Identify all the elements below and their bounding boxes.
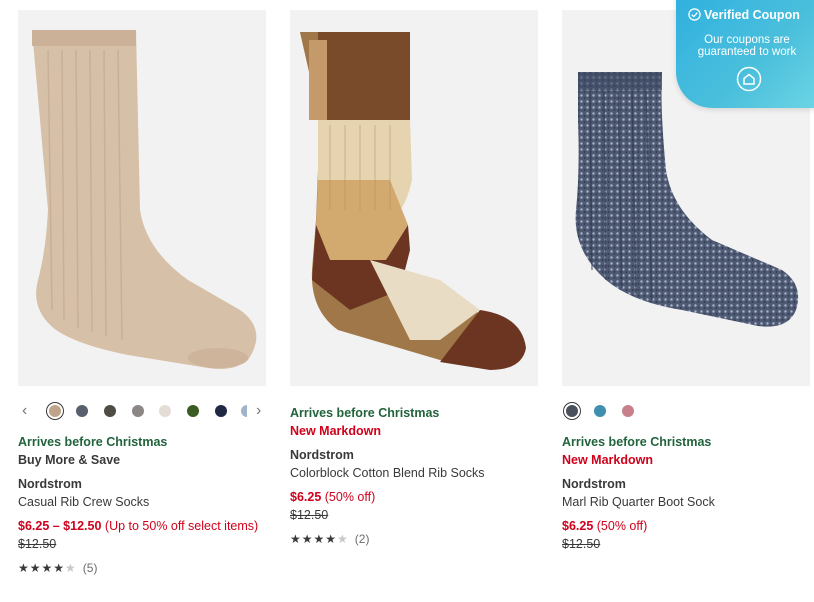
home-icon[interactable]: [736, 66, 762, 92]
original-price: $12.50: [562, 537, 601, 551]
brand-name: Nordstrom: [562, 477, 626, 491]
star-rating-icon: ★★★★★: [18, 561, 77, 575]
sale-price: $6.25: [562, 519, 594, 533]
rating[interactable]: ★★★★★ (5): [18, 559, 266, 577]
rating[interactable]: ★★★★★ (2): [290, 530, 538, 548]
promo-label: New Markdown: [290, 424, 381, 438]
discount-label: (Up to 50% off select items): [104, 519, 259, 533]
color-swatches: ‹ ›: [18, 402, 266, 424]
original-price: $12.50: [290, 508, 329, 522]
product-image[interactable]: [18, 10, 266, 386]
product-card-casual-rib-crew[interactable]: ‹ › Arrives before Christmas Buy More & …: [18, 10, 266, 577]
swatch-teal[interactable]: [594, 405, 606, 417]
product-card-colorblock[interactable]: Arrives before Christmas New Markdown No…: [290, 10, 538, 548]
discount-label: (50% off): [324, 490, 376, 504]
swatch-beige[interactable]: [49, 405, 61, 417]
delivery-label: Arrives before Christmas: [290, 406, 440, 420]
brand-name: Nordstrom: [290, 448, 354, 462]
coupon-subtitle: Our coupons are guaranteed to work: [697, 34, 797, 58]
promo-label: New Markdown: [562, 453, 653, 467]
review-count: (2): [354, 532, 370, 546]
review-count: (5): [82, 561, 98, 575]
sale-price: $6.25 – $12.50: [18, 519, 102, 533]
product-name[interactable]: Colorblock Cotton Blend Rib Socks: [290, 464, 538, 482]
delivery-label: Arrives before Christmas: [562, 435, 712, 449]
swatch-next-arrow[interactable]: ›: [256, 402, 261, 420]
swatch-light-blue[interactable]: [241, 405, 247, 417]
sale-price: $6.25: [290, 490, 322, 504]
swatch-olive[interactable]: [187, 405, 199, 417]
swatch-grey[interactable]: [132, 405, 144, 417]
swatch-navy-marl[interactable]: [566, 405, 578, 417]
promo-label: Buy More & Save: [18, 453, 121, 467]
product-name[interactable]: Casual Rib Crew Socks: [18, 493, 266, 511]
swatch-rose[interactable]: [622, 405, 634, 417]
product-name[interactable]: Marl Rib Quarter Boot Sock: [562, 493, 810, 511]
swatch-ivory[interactable]: [159, 405, 171, 417]
verified-coupon-badge[interactable]: Verified Coupon Our coupons are guarante…: [676, 0, 814, 108]
colorblock-sock-illustration: [300, 32, 526, 370]
discount-label: (50% off): [596, 519, 648, 533]
swatch-slate[interactable]: [76, 405, 88, 417]
coupon-title: Verified Coupon: [688, 8, 800, 22]
delivery-label: Arrives before Christmas: [18, 435, 168, 449]
product-image[interactable]: [290, 10, 538, 386]
star-rating-icon: ★★★★★: [290, 532, 349, 546]
swatch-charcoal[interactable]: [104, 405, 116, 417]
beige-sock-illustration: [32, 30, 257, 369]
brand-name: Nordstrom: [18, 477, 82, 491]
color-swatches: [562, 402, 810, 424]
swatch-prev-arrow[interactable]: ‹: [22, 402, 27, 420]
check-circle-icon: [688, 8, 701, 21]
original-price: $12.50: [18, 537, 57, 551]
swatch-navy[interactable]: [215, 405, 227, 417]
